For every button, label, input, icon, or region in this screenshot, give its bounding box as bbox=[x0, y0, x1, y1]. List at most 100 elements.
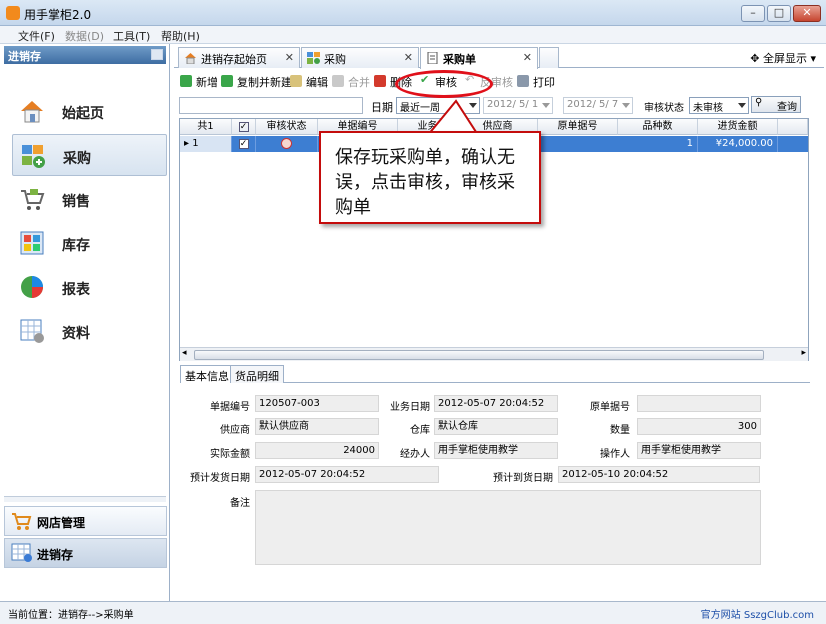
biz-date-label: 业务日期 bbox=[390, 402, 430, 413]
warehouse-field[interactable]: 默认仓库 bbox=[434, 418, 558, 435]
row-amount: ¥24,000.00 bbox=[698, 136, 778, 152]
purchase-icon bbox=[307, 52, 320, 64]
ship-date-label: 预计发货日期 bbox=[190, 473, 250, 484]
nav-reports[interactable]: 报表 bbox=[12, 266, 167, 308]
copy-new-button[interactable]: 复制并新建 bbox=[221, 74, 292, 90]
website-link[interactable]: 官方网站 SszgClub.com bbox=[701, 606, 814, 621]
tab-goods-detail[interactable]: 货品明细 bbox=[230, 365, 284, 383]
arrive-date-label: 预计到货日期 bbox=[493, 473, 553, 484]
scroll-right-icon[interactable]: ▸ bbox=[801, 348, 806, 358]
callout-pointer-icon bbox=[426, 99, 480, 135]
maximize-button[interactable]: □ bbox=[767, 5, 791, 22]
nav-home-label: 始起页 bbox=[62, 106, 104, 122]
scroll-left-icon[interactable]: ◂ bbox=[182, 348, 187, 358]
tab-purchase-order[interactable]: 采购单 ✕ bbox=[420, 47, 538, 69]
grid-icon bbox=[11, 543, 32, 562]
row-item-count: 1 bbox=[618, 136, 698, 152]
fullscreen-button[interactable]: ✥ 全屏显示 ▾ bbox=[750, 50, 816, 66]
note-label: 备注 bbox=[230, 498, 250, 509]
nav-purchase[interactable]: 采购 bbox=[12, 134, 167, 176]
note-field[interactable] bbox=[255, 490, 761, 565]
orig-no-field[interactable] bbox=[637, 395, 761, 412]
ship-date-field[interactable]: 2012-05-07 20:04:52 bbox=[255, 466, 439, 483]
merge-icon bbox=[332, 75, 344, 87]
nav-data[interactable]: 资料 bbox=[12, 310, 167, 352]
tab-home[interactable]: 进销存起始页 ✕ bbox=[178, 47, 300, 68]
nav-sales-label: 销售 bbox=[62, 194, 90, 210]
edit-button[interactable]: 编辑 bbox=[290, 74, 328, 90]
edit-label: 编辑 bbox=[306, 76, 328, 89]
menu-help[interactable]: 帮助(H) bbox=[161, 28, 200, 44]
qty-field[interactable]: 300 bbox=[637, 418, 761, 435]
close-icon[interactable]: ✕ bbox=[285, 51, 294, 64]
status-bar: 当前位置：进销存-->采购单 官方网站 SszgClub.com bbox=[0, 601, 826, 624]
chevron-down-icon bbox=[738, 103, 746, 108]
menu-tools[interactable]: 工具(T) bbox=[113, 28, 150, 44]
fullscreen-label: 全屏显示 bbox=[762, 52, 807, 65]
operator-label: 操作人 bbox=[600, 449, 630, 460]
col-orig-no: 原单据号 bbox=[538, 119, 618, 135]
minimize-button[interactable]: – bbox=[741, 5, 765, 22]
cart-icon bbox=[21, 189, 45, 210]
new-tab-button[interactable] bbox=[539, 47, 559, 68]
edit-icon bbox=[290, 75, 302, 87]
arrive-date-field[interactable]: 2012-05-10 20:04:52 bbox=[558, 466, 760, 483]
status-select[interactable]: 未审核 bbox=[689, 97, 749, 114]
menu-data[interactable]: 数据(D) bbox=[65, 28, 104, 44]
nav-jxc-label: 进销存 bbox=[37, 548, 74, 562]
new-button[interactable]: 新增 bbox=[180, 74, 218, 90]
detail-tabs: 基本信息 货品明细 bbox=[180, 365, 810, 383]
close-button[interactable]: ✕ bbox=[793, 5, 821, 22]
query-button[interactable]: ⚲ 查询 bbox=[751, 96, 801, 113]
tab-purchase-order-label: 采购单 bbox=[443, 53, 476, 66]
nav-inventory-label: 库存 bbox=[62, 238, 90, 254]
nav-online-store[interactable]: 网店管理 bbox=[4, 506, 167, 536]
operator-field[interactable]: 用手掌柜使用教学 bbox=[637, 442, 761, 459]
print-button[interactable]: 打印 bbox=[517, 74, 555, 90]
scroll-thumb[interactable] bbox=[194, 350, 764, 360]
sidebar-title: 进销存 bbox=[8, 50, 41, 63]
end-date-picker[interactable]: 2012/ 5/ 7 bbox=[563, 97, 633, 114]
merge-label: 合并 bbox=[348, 76, 370, 89]
home-icon bbox=[21, 101, 43, 123]
nav-purchase-label: 采购 bbox=[63, 151, 91, 167]
toolbar: 新增 复制并新建 编辑 合并 删除 ✔ 审核 ↶ 反审核 打印 bbox=[176, 72, 821, 92]
end-date-value: 2012/ 5/ 7 bbox=[567, 99, 619, 110]
nav-sales[interactable]: 销售 bbox=[12, 178, 167, 220]
document-icon bbox=[427, 52, 438, 64]
close-icon[interactable]: ✕ bbox=[404, 51, 413, 64]
handler-field[interactable]: 用手掌柜使用教学 bbox=[434, 442, 558, 459]
checkbox-icon: ✓ bbox=[238, 139, 249, 149]
nav-jxc[interactable]: 进销存 bbox=[4, 538, 167, 568]
supplier-label: 供应商 bbox=[220, 425, 250, 436]
horizontal-scrollbar[interactable]: ◂ ▸ bbox=[180, 347, 808, 361]
biz-date-field[interactable]: 2012-05-07 20:04:52 bbox=[434, 395, 558, 412]
handler-label: 经办人 bbox=[400, 449, 430, 460]
close-icon[interactable]: ✕ bbox=[523, 51, 532, 64]
home-icon bbox=[185, 53, 196, 64]
tab-home-label: 进销存起始页 bbox=[201, 53, 267, 66]
tab-basic-info[interactable]: 基本信息 bbox=[180, 365, 234, 383]
pin-icon[interactable] bbox=[151, 49, 163, 60]
clock-icon bbox=[281, 138, 292, 149]
col-select-all[interactable]: ✓ bbox=[232, 119, 256, 135]
copy-new-label: 复制并新建 bbox=[237, 76, 292, 89]
sidebar-splitter[interactable] bbox=[4, 496, 166, 502]
menu-file[interactable]: 文件(F) bbox=[18, 28, 55, 44]
status-value: 未审核 bbox=[693, 103, 723, 114]
row-indicator: ▸ 1 bbox=[180, 136, 232, 152]
nav-home[interactable]: 始起页 bbox=[12, 90, 167, 132]
window-title: 用手掌柜2.0 bbox=[24, 8, 92, 22]
chevron-down-icon bbox=[542, 103, 550, 108]
tutorial-callout: 保存玩采购单，确认无误，点击审核，审核采购单 bbox=[319, 131, 541, 224]
merge-button[interactable]: 合并 bbox=[332, 74, 370, 90]
cart-icon bbox=[12, 513, 32, 530]
purchase-icon bbox=[22, 145, 45, 168]
warehouse-label: 仓库 bbox=[410, 425, 430, 436]
nav-inventory[interactable]: 库存 bbox=[12, 222, 167, 264]
search-input[interactable] bbox=[179, 97, 363, 114]
row-checkbox[interactable]: ✓ bbox=[232, 136, 256, 152]
tab-purchase[interactable]: 采购 ✕ bbox=[301, 47, 419, 68]
sidebar: 进销存 始起页 采购 销售 库存 报表 资料 网店管理 进销存 bbox=[0, 44, 170, 601]
qty-label: 数量 bbox=[610, 425, 630, 436]
